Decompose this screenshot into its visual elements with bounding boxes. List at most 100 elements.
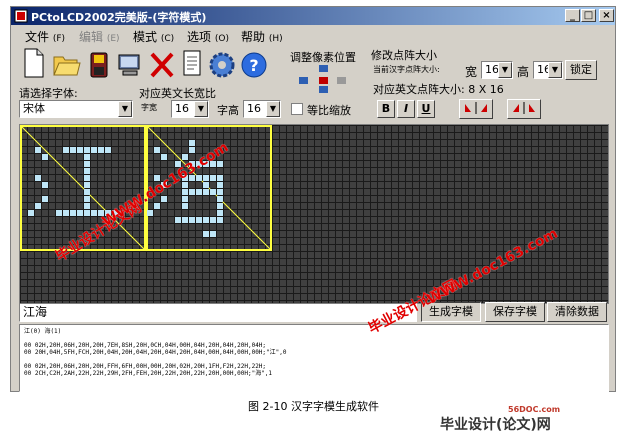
minimize-button[interactable]: _ [565,9,580,22]
lit-pixel [189,140,195,146]
char-height-select[interactable]: 16 ▼ [243,100,281,118]
lit-pixel [84,182,90,188]
lit-pixel [217,196,223,202]
ratio-label: 对应英文长宽比 [139,87,216,100]
lit-pixel [42,182,48,188]
lit-pixel [182,196,188,202]
lit-pixel [203,175,209,181]
pixel-adjust-label: 调整像素位置 [290,51,356,64]
dot-matrix-label: 修改点阵大小 [371,49,437,62]
output-line: 00 02H,20H,06H,20H,20H,FFH,6FH,00H,00H,2… [24,363,267,370]
lit-pixel [210,231,216,237]
menu-bar: 文件 (F) 编辑 (E) 模式 (C) 选项 (O) 帮助 (H) [11,26,615,45]
char-width-label: 字宽 [141,103,157,112]
lit-pixel [203,182,209,188]
lit-pixel [196,189,202,195]
chevron-down-icon: ▼ [548,62,562,78]
lit-pixel [63,210,69,216]
lit-pixel [84,196,90,202]
lit-pixel [161,154,167,160]
lit-pixel [210,217,216,223]
lit-pixel [84,210,90,216]
open-folder-icon[interactable] [51,45,81,81]
menu-mode[interactable]: 模式 (C) [133,28,174,45]
lit-pixel [203,217,209,223]
lit-pixel [77,210,83,216]
italic-button[interactable]: I [397,100,415,118]
font-select[interactable]: 宋体 ▼ [19,100,133,118]
arrow-up-icon [319,65,328,72]
footer-logo: 毕业设计(论文)网 [440,417,551,433]
lit-pixel [98,147,104,153]
lit-pixel [84,154,90,160]
lit-pixel [217,161,223,167]
close-button[interactable]: × [599,9,614,22]
proportional-checkbox[interactable] [291,103,303,115]
lit-pixel [70,147,76,153]
lit-pixel [217,203,223,209]
output-line: 00 20H,04H,5FH,FCH,20H,04H,20H,04H,20H,0… [24,349,287,356]
delete-x-icon[interactable] [147,45,177,81]
help-icon[interactable]: ? [239,45,269,81]
matrix-width-select[interactable]: 16 ▼ [481,61,513,79]
window-title: PCtoLCD2002完美版-(字符模式) [31,11,207,24]
menu-edit[interactable]: 编辑 (E) [79,28,120,45]
matrix-height-select[interactable]: 16 ▼ [533,61,563,79]
lit-pixel [217,210,223,216]
lit-pixel [175,217,181,223]
save-disk-icon[interactable] [85,45,115,81]
lit-pixel [154,203,160,209]
lit-pixel [203,231,209,237]
output-line: 00 02H,20H,06H,20H,20H,7EH,8SH,20H,0CH,0… [24,342,267,349]
lit-pixel [182,217,188,223]
new-file-icon[interactable] [19,45,49,81]
pixel-adjust-arrows [299,65,351,93]
lit-pixel [217,217,223,223]
center-icon [319,77,328,84]
lit-pixel [105,147,111,153]
bold-button[interactable]: B [377,100,395,118]
lit-pixel [196,217,202,223]
lit-pixel [77,147,83,153]
title-bar: PCtoLCD2002完美版-(字符模式) _ □ × [11,7,615,25]
app-icon [14,9,28,23]
lock-button[interactable]: 锁定 [565,60,597,80]
save-font-button[interactable]: 保存字模 [485,302,545,322]
computer-icon[interactable] [115,45,145,81]
char-width-select[interactable]: 16 ▼ [171,100,209,118]
lit-pixel [210,189,216,195]
lit-pixel [210,175,216,181]
lit-pixel [91,210,97,216]
flip-vertical-icon[interactable] [507,99,541,119]
lit-pixel [63,147,69,153]
settings-gear-icon[interactable] [207,45,237,81]
menu-options[interactable]: 选项 (O) [187,28,229,45]
lit-pixel [84,147,90,153]
output-line: 江(0) 海(1) [24,328,62,335]
lit-pixel [84,189,90,195]
underline-button[interactable]: U [417,100,435,118]
chevron-down-icon: ▼ [194,101,208,117]
output-textarea[interactable]: 江(0) 海(1) 00 02H,20H,06H,20H,20H,7EH,8SH… [19,324,609,392]
english-matrix-label: 对应英文点阵大小: 8 X 16 [373,83,504,96]
text-input[interactable]: 江海 [19,303,417,322]
lit-pixel [42,196,48,202]
document-icon[interactable] [177,45,207,81]
matrix-height-label: 高 [517,65,530,79]
lit-pixel [182,154,188,160]
lit-pixel [189,189,195,195]
lit-pixel [84,161,90,167]
lit-pixel [42,154,48,160]
clear-button[interactable]: 清除数据 [547,302,607,322]
lit-pixel [189,217,195,223]
lit-pixel [147,210,153,216]
proportional-label: 等比缩放 [307,104,351,117]
output-line: 00 2CH,C2H,2AH,22H,22H,29H,2FH,FEH,20H,2… [24,370,273,377]
menu-file[interactable]: 文件 (F) [25,28,65,45]
menu-help[interactable]: 帮助 (H) [241,28,283,45]
maximize-button[interactable]: □ [581,9,596,22]
arrow-right-icon [337,77,346,84]
flip-horizontal-icon[interactable] [459,99,493,119]
lit-pixel [182,203,188,209]
